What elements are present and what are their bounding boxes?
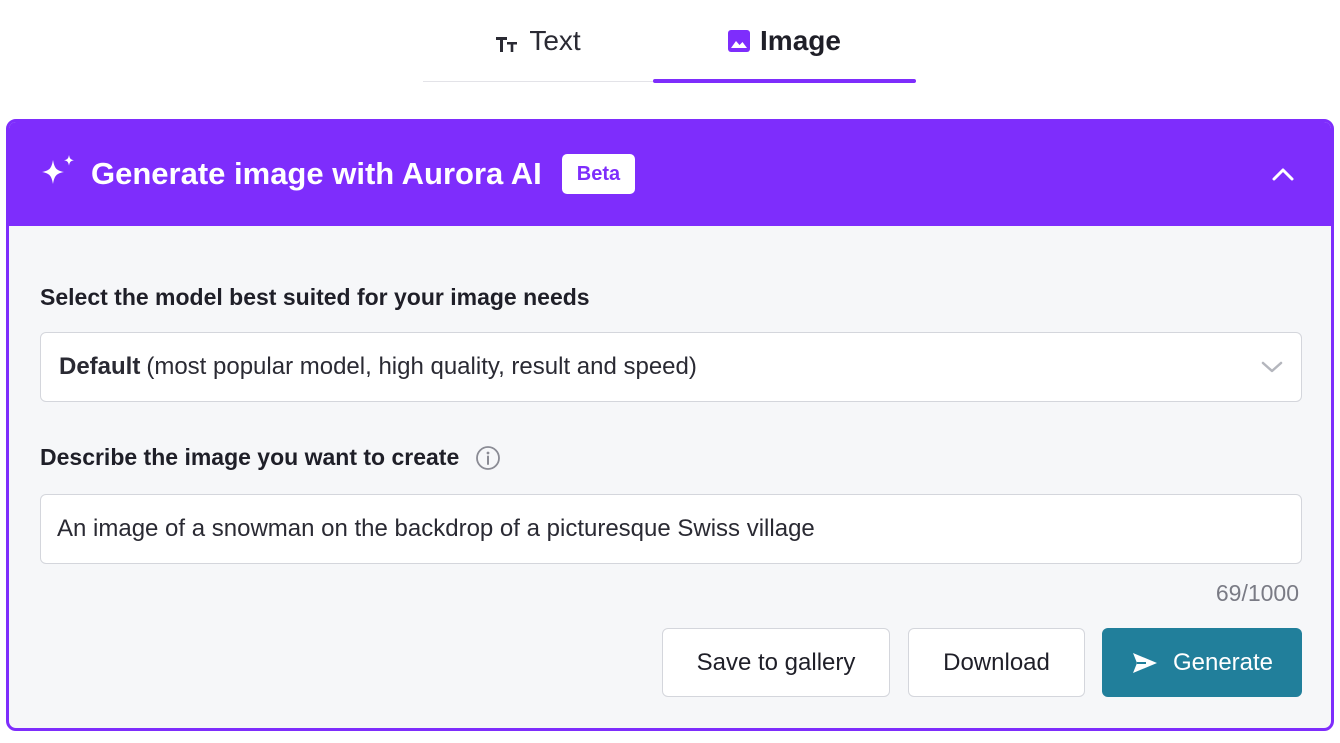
character-counter: 69/1000 (1215, 580, 1299, 606)
collapse-button[interactable] (1265, 156, 1301, 192)
tab-image[interactable]: Image (653, 0, 916, 83)
generate-button[interactable]: Generate (1102, 628, 1302, 697)
tab-image-label: Image (760, 25, 841, 56)
model-selected-name: Default (59, 353, 141, 380)
chevron-down-icon (1261, 360, 1283, 374)
tab-text-label: Text (529, 25, 581, 56)
image-generator-panel: Generate image with Aurora AI Beta Selec… (6, 119, 1334, 731)
tab-text[interactable]: Text (423, 0, 653, 82)
description-input[interactable] (40, 494, 1302, 564)
panel-title: Generate image with Aurora AI (91, 156, 542, 191)
description-label: Describe the image you want to create (40, 444, 501, 471)
chevron-up-icon (1272, 168, 1294, 181)
model-select[interactable]: Default (most popular model, high qualit… (40, 332, 1302, 402)
image-icon (728, 30, 751, 52)
panel-header[interactable]: Generate image with Aurora AI Beta (9, 122, 1331, 226)
save-to-gallery-button[interactable]: Save to gallery (662, 628, 890, 697)
download-button[interactable]: Download (908, 628, 1085, 697)
model-label: Select the model best suited for your im… (40, 284, 590, 311)
send-icon (1131, 651, 1159, 675)
text-format-icon (495, 33, 519, 55)
info-icon[interactable] (475, 445, 501, 471)
sparkles-icon (39, 154, 77, 194)
mode-tabs: Text Image (423, 0, 916, 83)
description-label-text: Describe the image you want to create (40, 444, 460, 470)
model-selected-description: (most popular model, high quality, resul… (146, 353, 697, 380)
generate-label: Generate (1172, 648, 1274, 676)
model-label-text: Select the model best suited for your im… (40, 284, 590, 310)
beta-badge: Beta (561, 154, 636, 194)
